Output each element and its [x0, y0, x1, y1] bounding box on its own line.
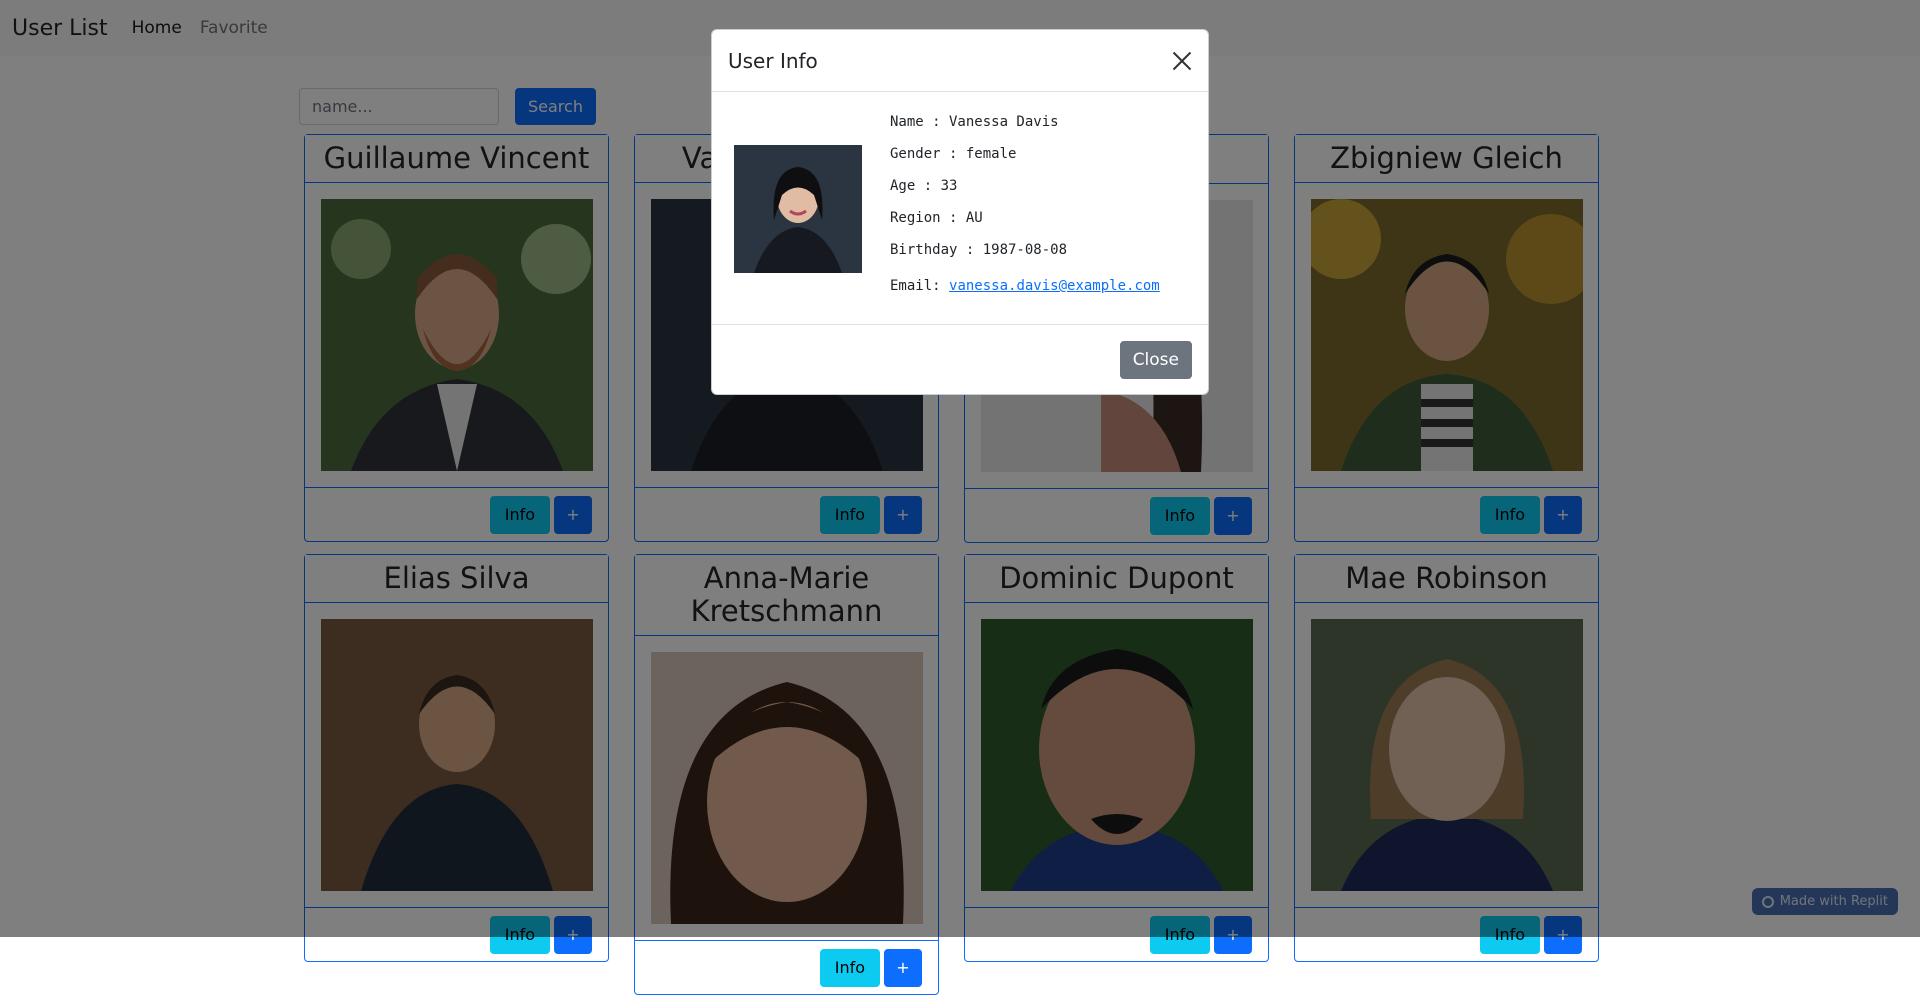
info-region: Region : AU [890, 210, 983, 226]
email-link[interactable]: vanessa.davis@example.com [949, 278, 1160, 294]
modal-title: User Info [728, 48, 818, 73]
info-gender: Gender : female [890, 146, 1017, 162]
email-label: Email: [890, 278, 950, 294]
info-name: Name : Vanessa Davis [890, 114, 1059, 130]
info-button[interactable]: Info [819, 948, 880, 987]
user-photo [734, 145, 862, 273]
info-age: Age : 33 [890, 178, 958, 194]
info-birthday: Birthday : 1987-08-08 [890, 242, 1068, 258]
close-button[interactable]: Close [1119, 341, 1192, 379]
close-icon[interactable] [1172, 51, 1192, 71]
user-info-modal: User Info Name : Vanessa Davis Gender : … [711, 29, 1209, 395]
info-email: Email: vanessa.davis@example.com [890, 270, 1160, 302]
add-favorite-button[interactable]: + [884, 948, 922, 987]
